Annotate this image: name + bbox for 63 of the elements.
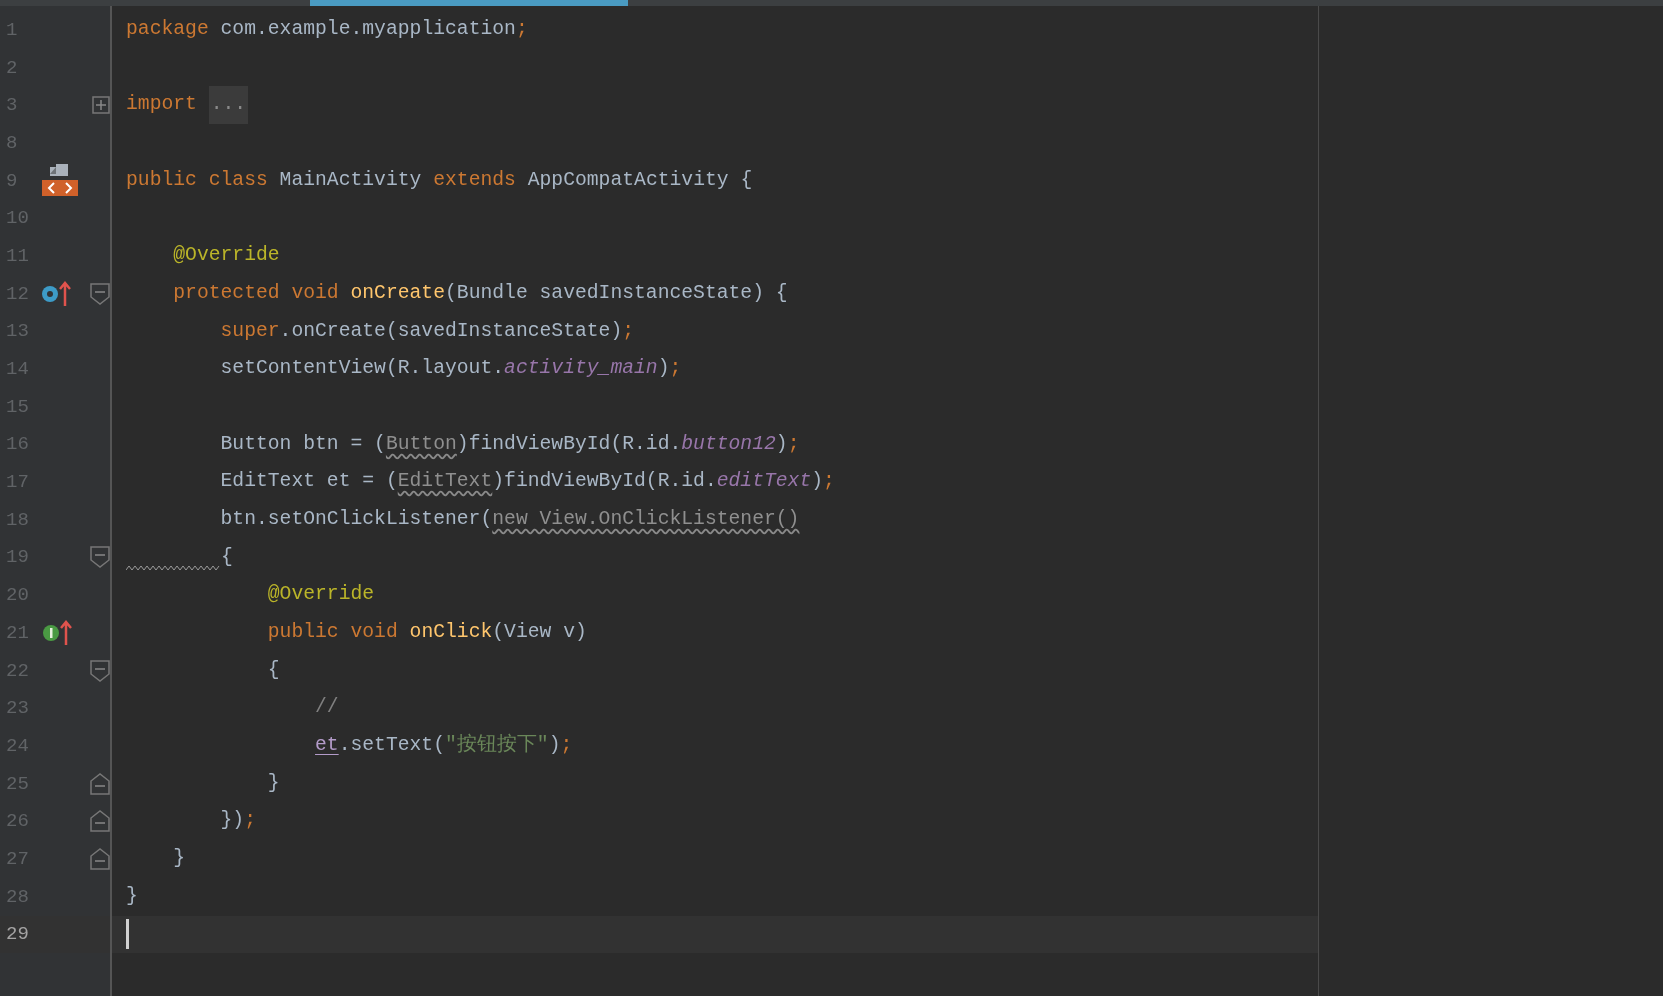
- warning-text: Button: [385, 431, 457, 457]
- warning-text: new View.OnClickListener(): [492, 506, 800, 532]
- text-cursor: [126, 919, 129, 950]
- comment: //: [315, 695, 339, 721]
- code-text: {: [267, 657, 280, 683]
- code-text: .setText(: [338, 733, 445, 759]
- expand-fold-icon[interactable]: [91, 96, 110, 115]
- keyword: super: [220, 318, 280, 344]
- keyword: protected void: [173, 280, 340, 306]
- code-text: ): [775, 431, 788, 457]
- code-text: (Bundle savedInstanceState) {: [445, 280, 788, 306]
- code-text: )findViewById(R.id.: [492, 469, 717, 495]
- code-text: ): [811, 469, 824, 495]
- keyword: import: [126, 92, 198, 118]
- annotation: @Override: [173, 243, 280, 269]
- code-text: }: [126, 883, 138, 909]
- semicolon: ;: [622, 318, 635, 344]
- code-text: (View v): [492, 620, 587, 645]
- implements-method-icon[interactable]: [41, 618, 72, 647]
- semicolon: ;: [244, 808, 256, 834]
- code-text: MainActivity: [279, 167, 423, 193]
- semicolon: ;: [823, 469, 835, 495]
- method-name: onClick: [409, 620, 493, 645]
- annotation: @Override: [267, 582, 375, 608]
- code-text: }): [220, 808, 245, 834]
- collapse-fold-icon[interactable]: [90, 546, 110, 569]
- keyword: extends: [433, 167, 516, 193]
- collapse-fold-icon[interactable]: [90, 810, 110, 833]
- semicolon: ;: [669, 356, 682, 382]
- semicolon: ;: [787, 431, 800, 457]
- code-text: .onCreate(savedInstanceState): [279, 318, 623, 344]
- collapse-fold-icon[interactable]: [90, 847, 110, 870]
- folded-code[interactable]: ...: [208, 86, 249, 125]
- collapse-fold-icon[interactable]: [90, 659, 110, 682]
- semicolon: ;: [515, 17, 528, 42]
- field-name: button12: [681, 431, 776, 457]
- code-text: )findViewById(R.id.: [456, 431, 682, 457]
- field-name: editText: [716, 469, 812, 495]
- method-name: onCreate: [350, 280, 445, 306]
- code-text: Button btn = (: [220, 431, 386, 457]
- code-text: btn.setOnClickListener(: [220, 506, 493, 532]
- override-method-icon[interactable]: [41, 279, 72, 308]
- code-text: com.example.myapplication: [220, 17, 516, 42]
- keyword: package: [126, 17, 209, 42]
- code-text: ): [657, 356, 670, 382]
- layout-file-icon[interactable]: [41, 163, 78, 198]
- code-text: }: [267, 770, 280, 796]
- keyword: public void: [267, 620, 399, 645]
- collapse-fold-icon[interactable]: [90, 772, 110, 795]
- code-text: }: [173, 846, 186, 872]
- keyword: public class: [126, 167, 268, 193]
- collapse-fold-icon[interactable]: [90, 282, 110, 305]
- code-text: EditText et = (: [220, 469, 398, 495]
- warning-text: EditText: [397, 469, 493, 495]
- semicolon: ;: [560, 733, 573, 759]
- code-text: setContentView(R.layout.: [220, 356, 505, 382]
- field-name: activity_main: [504, 356, 658, 382]
- line-number: 29: [5, 923, 30, 946]
- code-text: {: [221, 544, 233, 570]
- code-text: AppCompatActivity {: [527, 167, 753, 193]
- string-literal: "按钮按下": [445, 732, 549, 759]
- variable-name: et: [315, 733, 339, 759]
- code-text: ): [548, 733, 561, 759]
